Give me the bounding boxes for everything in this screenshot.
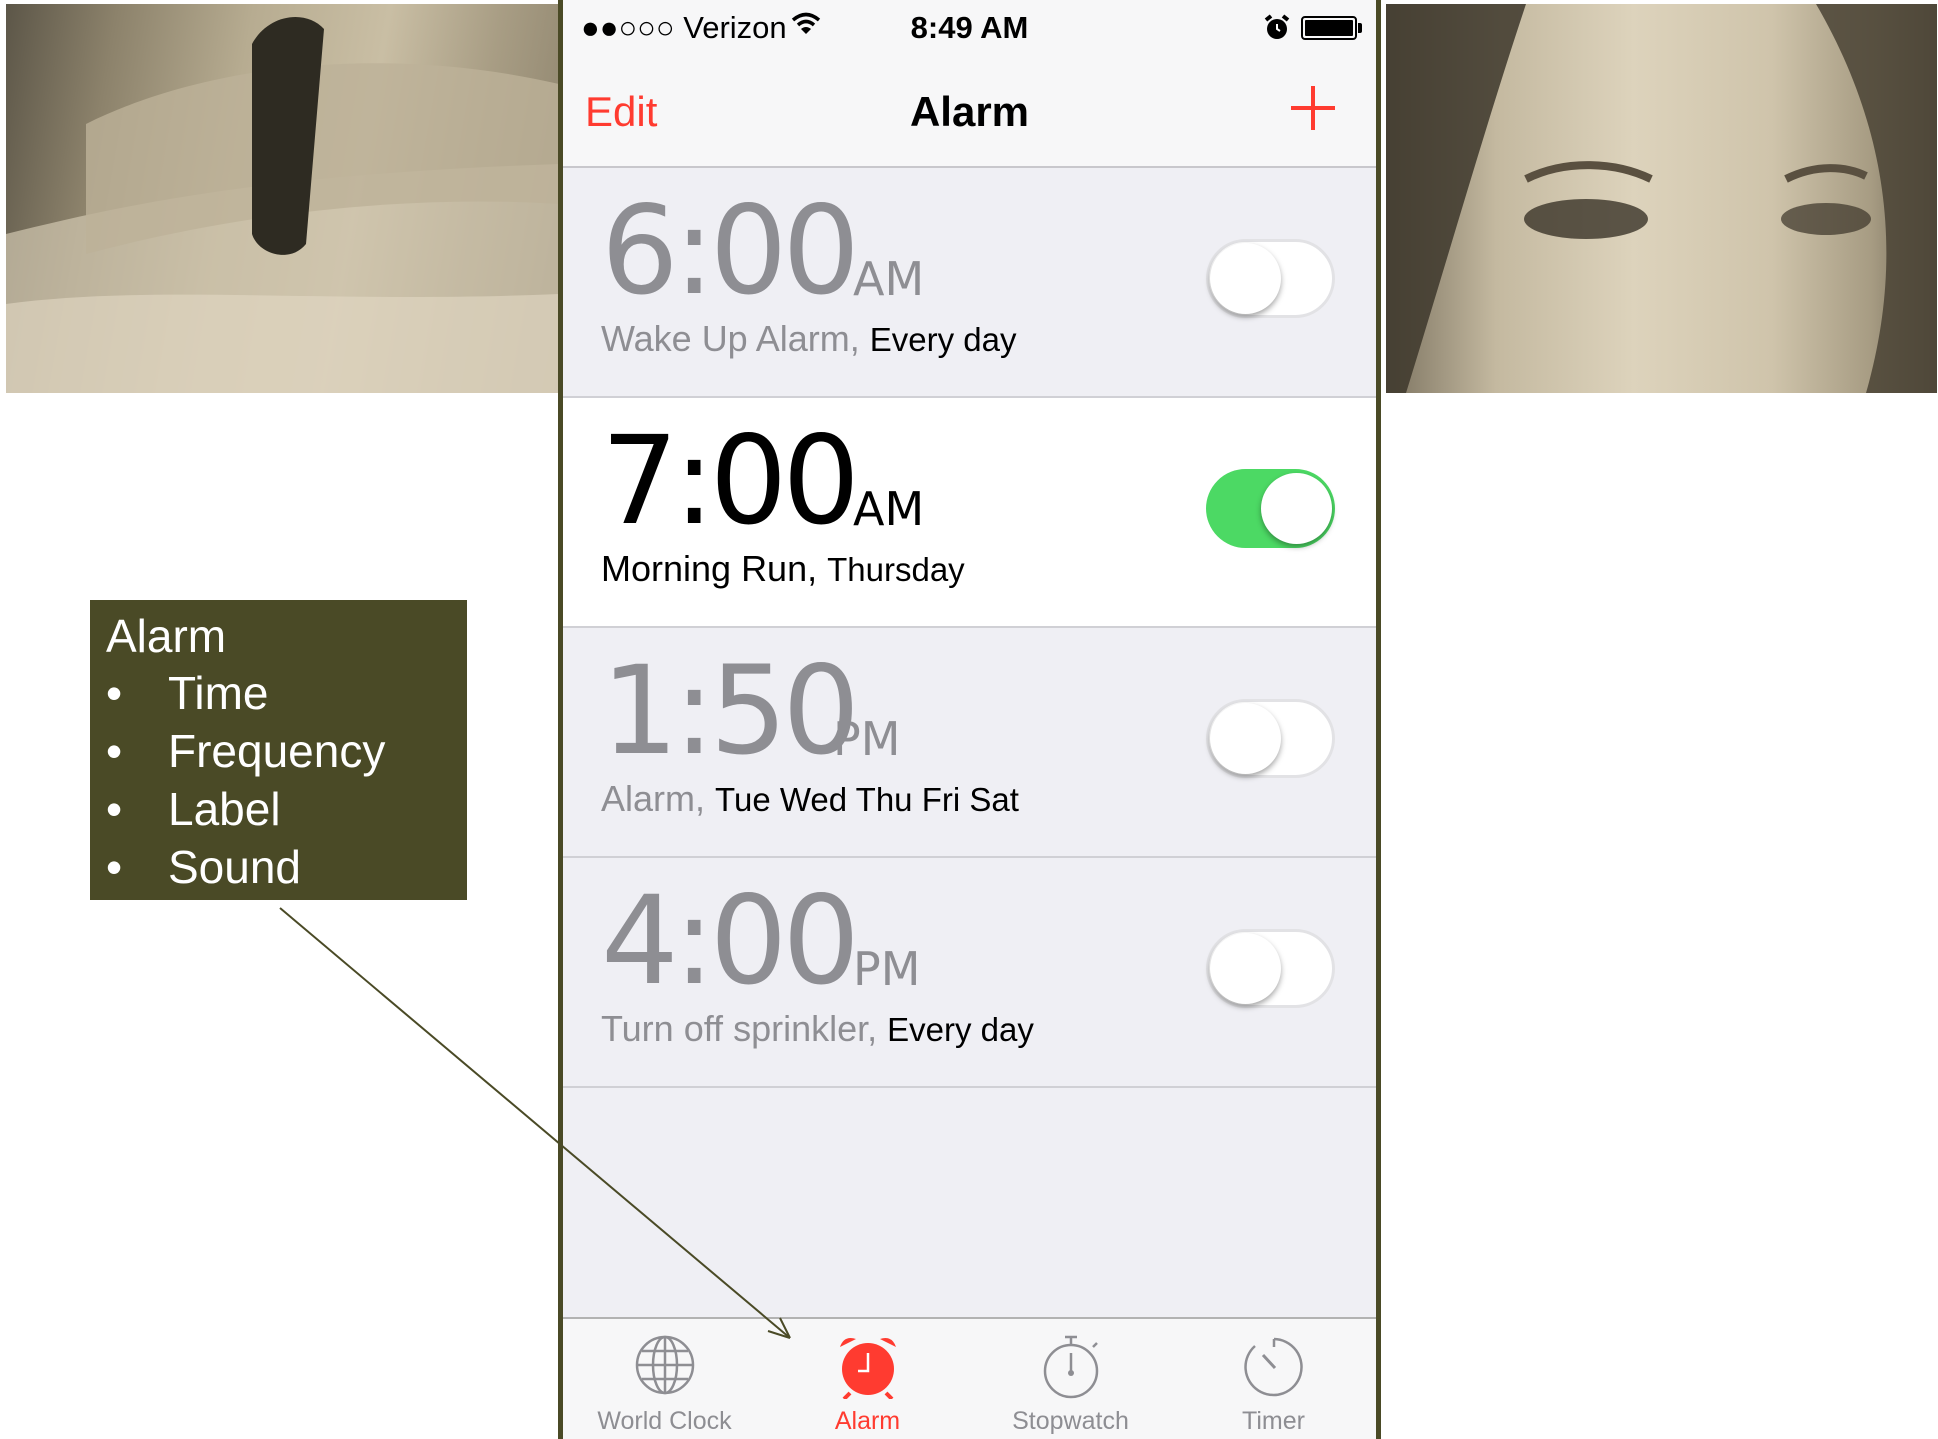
wrist-illustration	[6, 16, 559, 393]
alarm-toggle[interactable]	[1206, 239, 1335, 318]
alarm-ampm: PM	[853, 942, 921, 996]
tab-label: World Clock	[597, 1407, 732, 1435]
alarm-ampm: AM	[853, 252, 925, 306]
alarm-label: Morning Run,	[601, 548, 818, 589]
alarm-time: 4:00	[601, 870, 860, 1012]
tab-timer[interactable]: Timer	[1172, 1319, 1375, 1439]
alarm-frequency: Every day	[869, 321, 1017, 358]
timer-icon	[1243, 1337, 1303, 1397]
alarm-ampm: PM	[833, 712, 901, 766]
toggle-knob	[1261, 473, 1332, 544]
alarm-row[interactable]: 4:00 PM Turn off sprinkler, Every day	[563, 858, 1376, 1088]
page-title: Alarm	[909, 88, 1030, 135]
alarm-properties-callout: Alarm Time Frequency Label Sound	[90, 600, 467, 900]
stopwatch-icon	[1043, 1335, 1098, 1399]
tab-world-clock[interactable]: World Clock	[563, 1319, 766, 1439]
alarm-frequency: Every day	[887, 1011, 1034, 1048]
status-bar: ●●○○○ Verizon 8:49 AM	[563, 0, 1376, 60]
alarm-toggle[interactable]	[1206, 469, 1335, 548]
callout-title: Alarm	[106, 610, 227, 662]
toggle-knob	[1210, 243, 1281, 314]
alarm-label: Wake Up Alarm,	[601, 318, 860, 359]
tab-alarm[interactable]: Alarm	[766, 1319, 969, 1439]
alarm-time: 7:00	[601, 410, 860, 552]
plus-icon[interactable]	[1289, 84, 1337, 132]
face-photo	[1386, 4, 1937, 393]
callout-list: Time Frequency Label Sound	[106, 664, 451, 896]
alarm-row[interactable]: 6:00 AM Wake Up Alarm, Every day	[563, 168, 1376, 398]
alarm-frequency: Tue Wed Thu Fri Sat	[715, 781, 1019, 818]
globe-icon	[635, 1335, 694, 1395]
toggle-knob	[1210, 703, 1281, 774]
alarm-description: Wake Up Alarm, Every day	[601, 318, 1016, 360]
alarm-status-icon	[1264, 14, 1290, 39]
alarm-ampm: AM	[853, 482, 925, 536]
alarm-toggle[interactable]	[1206, 929, 1335, 1008]
alarm-label: Alarm,	[601, 778, 706, 819]
tab-stopwatch[interactable]: Stopwatch	[969, 1319, 1172, 1439]
alarm-description: Turn off sprinkler, Every day	[601, 1008, 1034, 1050]
tab-label: Alarm	[834, 1407, 901, 1435]
tab-bar: World Clock Alarm Stopwatch Timer	[563, 1317, 1376, 1439]
tab-label: Timer	[1242, 1407, 1305, 1435]
wrist-photo	[6, 4, 559, 393]
callout-item: Label	[106, 780, 451, 838]
alarm-frequency: Thursday	[827, 551, 965, 588]
alarm-label: Turn off sprinkler,	[601, 1008, 878, 1049]
alarm-description: Morning Run, Thursday	[601, 548, 965, 590]
alarm-time: 1:50	[601, 640, 860, 782]
callout-item: Sound	[106, 838, 451, 896]
alarm-row[interactable]: 1:50 PM Alarm, Tue Wed Thu Fri Sat	[563, 628, 1376, 858]
phone-screen: ●●○○○ Verizon 8:49 AM Edit Alarm 6:00 AM W…	[558, 0, 1381, 1439]
alarm-time: 6:00	[601, 180, 860, 322]
alarm-toggle[interactable]	[1206, 699, 1335, 778]
alarm-clock-icon	[839, 1338, 896, 1399]
tab-label: Stopwatch	[1012, 1407, 1129, 1435]
callout-item: Frequency	[106, 722, 451, 780]
callout-item: Time	[106, 664, 451, 722]
alarm-row[interactable]: 7:00 AM Morning Run, Thursday	[563, 398, 1376, 628]
battery-icon	[1301, 16, 1357, 40]
toggle-knob	[1210, 933, 1281, 1004]
status-time: 8:49 AM	[910, 10, 1029, 45]
navigation-bar: Edit Alarm	[563, 60, 1376, 168]
face-illustration	[1386, 4, 1937, 393]
alarm-description: Alarm, Tue Wed Thu Fri Sat	[601, 778, 1019, 820]
